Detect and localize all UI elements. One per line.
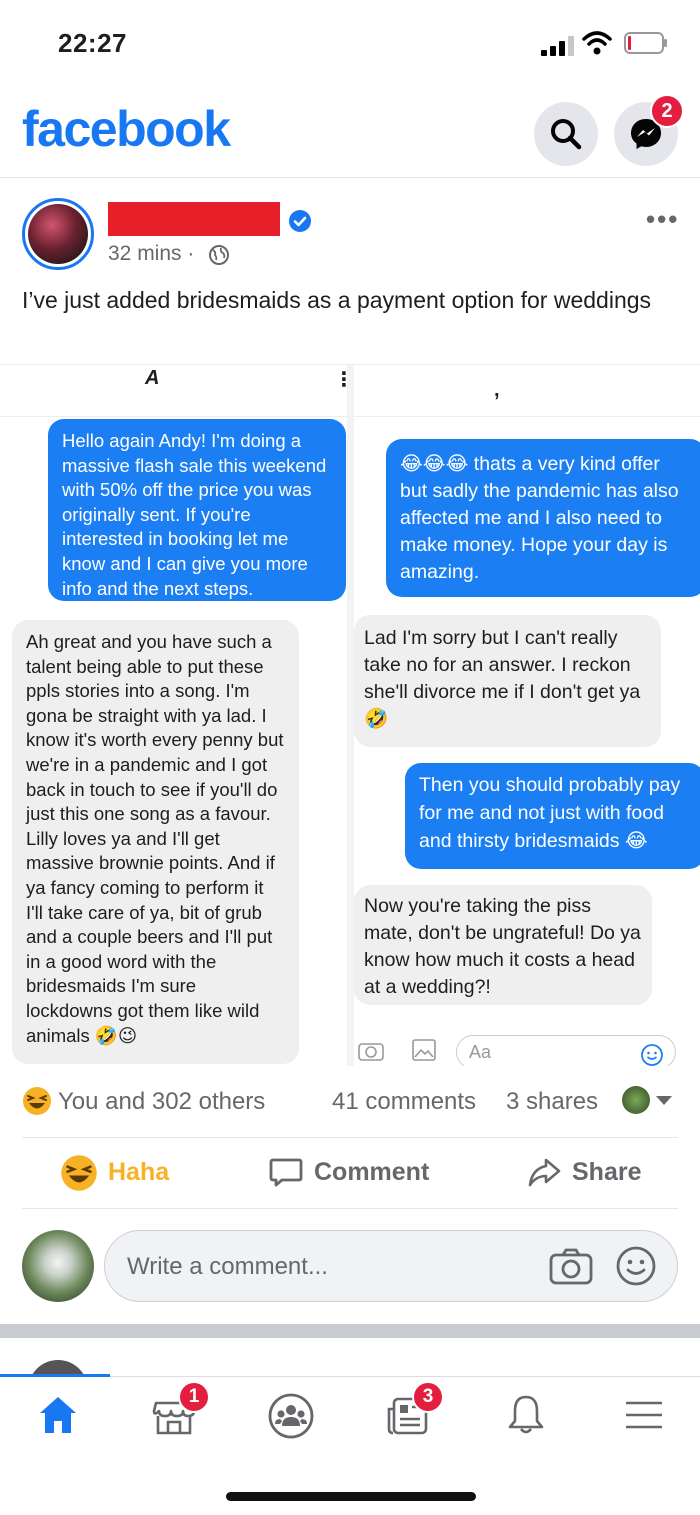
chat-composer: Aa	[354, 1035, 700, 1066]
image-icon	[412, 1039, 436, 1061]
message-bubble: Now you're taking the piss mate, don't b…	[354, 885, 652, 1005]
verified-badge-icon	[289, 210, 311, 232]
redacted-name	[108, 202, 280, 236]
messenger-button[interactable]: 2	[614, 94, 684, 166]
news-badge: 3	[412, 1381, 444, 1413]
hamburger-menu-icon	[626, 1401, 662, 1429]
chevron-down-icon[interactable]	[656, 1096, 672, 1105]
marketplace-badge: 1	[178, 1381, 210, 1413]
image-divider	[347, 365, 354, 1066]
camera-icon[interactable]	[549, 1247, 593, 1285]
wifi-icon	[582, 31, 612, 55]
search-button[interactable]	[534, 102, 598, 166]
bell-icon	[508, 1395, 544, 1434]
tab-news[interactable]: 3	[384, 1381, 444, 1441]
post-text: I’ve just added bridesmaids as a payment…	[22, 287, 652, 313]
post-header: 32 mins · •••	[0, 180, 700, 275]
share-icon	[528, 1158, 561, 1187]
tab-groups[interactable]	[266, 1391, 316, 1441]
next-post-peek	[0, 1338, 700, 1376]
message-bubble: Lad I'm sorry but I can't really take no…	[354, 615, 661, 747]
poster-avatar[interactable]	[22, 198, 94, 270]
battery-icon	[624, 32, 667, 54]
status-time: 22:27	[58, 28, 127, 58]
comment-label: Comment	[314, 1158, 430, 1186]
bottom-tab-bar: 1 3	[0, 1374, 700, 1456]
kebab-icon: ⋮	[334, 367, 347, 392]
user-avatar[interactable]	[22, 1230, 94, 1302]
haha-label: Haha	[108, 1158, 170, 1186]
groups-icon	[268, 1393, 314, 1439]
chat-screenshot-left: A ⋮ Hello again Andy! I'm doing a massiv…	[0, 365, 347, 1066]
tab-marketplace[interactable]: 1	[150, 1381, 210, 1441]
home-icon	[40, 1397, 76, 1433]
post-image[interactable]: A ⋮ Hello again Andy! I'm doing a massiv…	[0, 364, 700, 1066]
comment-icon	[269, 1158, 303, 1187]
comment-placeholder: Write a comment...	[127, 1253, 328, 1280]
chat-header-right: ,	[354, 365, 700, 417]
meta-separator: ·	[187, 242, 195, 265]
search-icon	[551, 119, 582, 150]
cellular-signal-icon	[541, 36, 574, 56]
message-bubble: Then you should probably pay for me and …	[405, 763, 700, 869]
haha-reaction-icon	[23, 1087, 51, 1115]
home-indicator[interactable]	[226, 1492, 476, 1501]
comment-input[interactable]: Write a comment...	[104, 1230, 678, 1302]
app-header: facebook 2	[0, 80, 700, 178]
tab-notifications[interactable]	[502, 1391, 552, 1441]
reaction-count[interactable]: You and 302 others	[58, 1088, 265, 1116]
message-bubble: 😂😂😂 thats a very kind offer but sadly th…	[386, 439, 700, 597]
chat-header-left: A ⋮	[0, 365, 347, 417]
post-time[interactable]: 32 mins	[108, 242, 182, 265]
tab-home[interactable]	[34, 1391, 84, 1441]
status-bar: 22:27	[0, 0, 700, 80]
facebook-logo[interactable]: facebook	[22, 100, 231, 158]
share-count[interactable]: 3 shares	[506, 1088, 598, 1116]
chat-screenshot-right: , 😂😂😂 thats a very kind offer but sadly …	[354, 365, 700, 1066]
more-options-icon[interactable]: •••	[646, 204, 679, 235]
post-meta: 32 mins ·	[108, 242, 194, 266]
message-bubble: Ah great and you have such a talent bein…	[12, 620, 299, 1064]
tab-menu[interactable]	[620, 1391, 670, 1441]
chat-header-char: A	[145, 367, 160, 389]
feed-separator	[0, 1324, 700, 1338]
emoji-icon	[641, 1044, 663, 1066]
chat-header-char: ,	[494, 379, 500, 401]
globe-icon	[209, 245, 229, 265]
messenger-badge: 2	[650, 94, 684, 128]
reaction-summary: You and 302 others 41 comments 3 shares	[0, 1080, 700, 1124]
share-label: Share	[572, 1158, 642, 1186]
haha-icon	[61, 1155, 97, 1191]
comment-count[interactable]: 41 comments	[332, 1088, 476, 1116]
reactor-avatar[interactable]	[622, 1086, 650, 1114]
camera-icon	[358, 1043, 384, 1061]
post-actions: Haha Comment Share	[22, 1137, 678, 1209]
emoji-icon[interactable]	[615, 1245, 657, 1287]
comment-composer: Write a comment...	[0, 1226, 700, 1310]
message-bubble: Hello again Andy! I'm doing a massive fl…	[48, 419, 346, 601]
active-tab-indicator	[0, 1374, 110, 1377]
